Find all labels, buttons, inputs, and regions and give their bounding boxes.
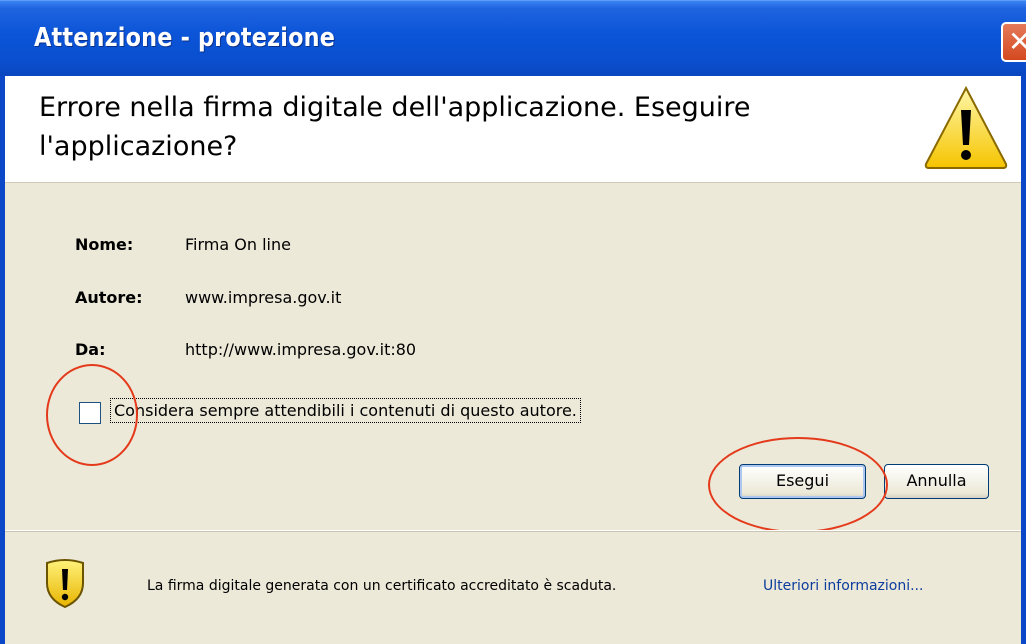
window-title: Attenzione - protezione: [34, 23, 336, 53]
detail-label-author: Autore:: [75, 288, 143, 307]
dialog-message: Errore nella firma digitale dell'applica…: [39, 92, 751, 162]
detail-label-from: Da:: [75, 340, 106, 359]
detail-value-author: www.impresa.gov.it: [185, 288, 342, 307]
cancel-button[interactable]: Annulla: [884, 464, 989, 499]
annotation-circle-checkbox: [46, 364, 138, 466]
dialog-header: Errore nella firma digitale dell'applica…: [5, 76, 1021, 183]
detail-value-name: Firma On line: [185, 235, 291, 254]
close-icon: ✕: [1008, 25, 1026, 58]
close-button[interactable]: ✕: [1001, 22, 1026, 62]
footer-message: La firma digitale generata con un certif…: [147, 578, 617, 594]
more-info-link[interactable]: Ulteriori informazioni...: [763, 578, 923, 594]
trust-author-checkbox-label[interactable]: Considera sempre attendibili i contenuti…: [110, 398, 581, 423]
detail-value-from: http://www.impresa.gov.it:80: [185, 340, 417, 359]
detail-label-name: Nome:: [75, 235, 134, 254]
warning-triangle-icon: [924, 85, 1008, 169]
annotation-circle-run-button: [708, 437, 888, 533]
shield-warning-icon: [46, 559, 84, 609]
window-frame-right: [1021, 76, 1026, 644]
title-bar[interactable]: Attenzione - protezione ✕: [0, 0, 1026, 76]
dialog-footer: La firma digitale generata con un certif…: [5, 531, 1021, 644]
